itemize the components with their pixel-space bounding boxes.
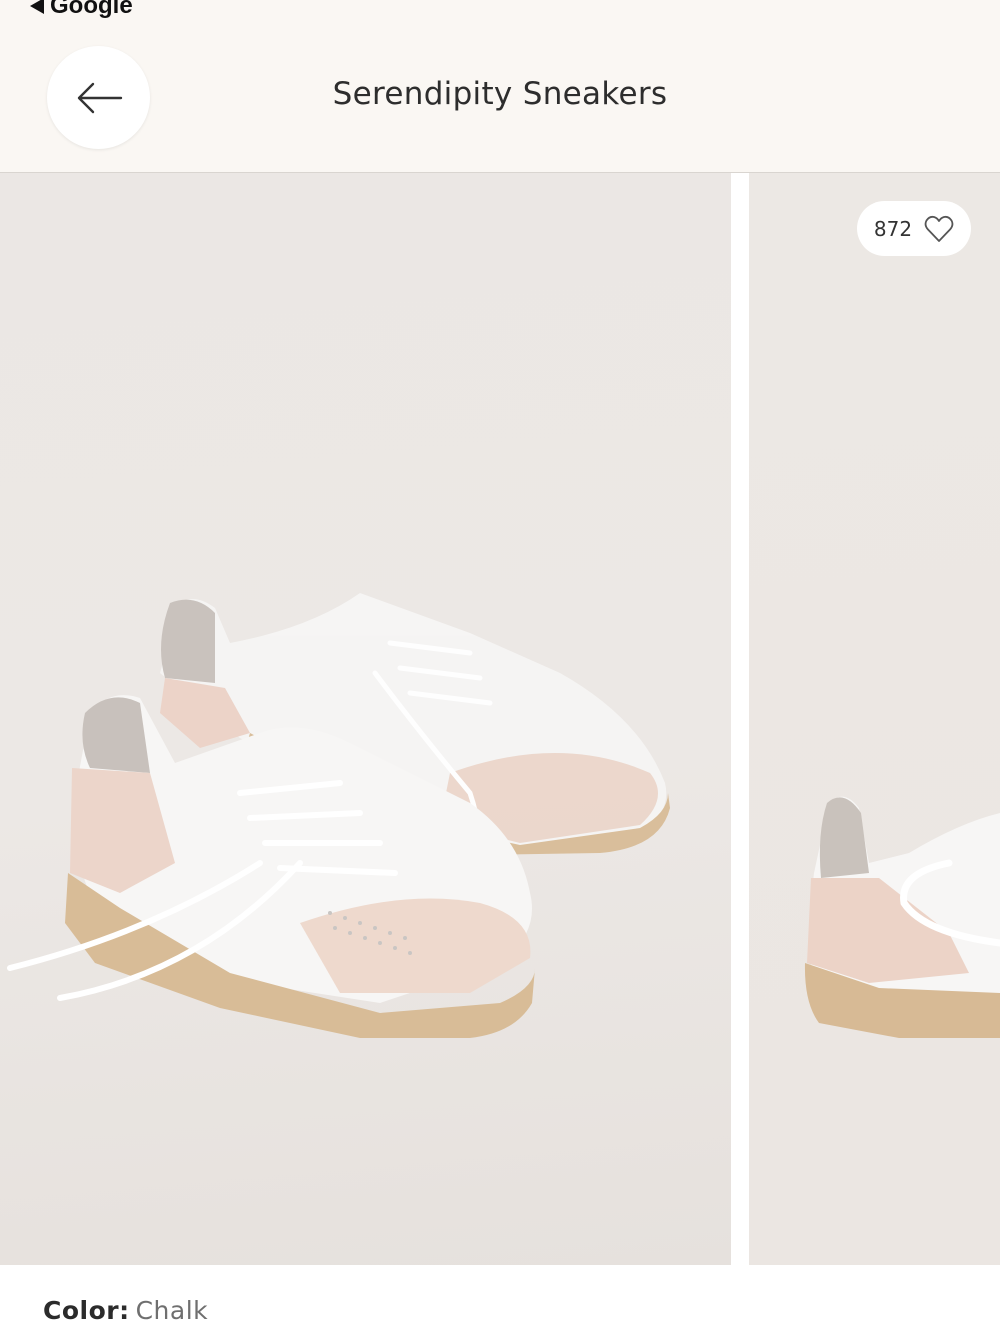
selected-color: Color: Chalk — [43, 1296, 208, 1325]
product-photo-next[interactable] — [749, 173, 1000, 1265]
like-button[interactable]: 872 — [857, 201, 971, 256]
sneakers-illustration — [7, 593, 670, 1038]
color-value: Chalk — [135, 1296, 209, 1325]
page-header: Serendipity Sneakers — [0, 24, 1000, 173]
status-bar: Google — [0, 0, 1000, 24]
back-to-app-link[interactable]: Google — [30, 0, 133, 21]
page-title: Serendipity Sneakers — [332, 76, 668, 112]
product-photo-main[interactable] — [0, 173, 731, 1265]
like-count: 872 — [873, 216, 913, 241]
sneaker-partial-illustration — [804, 796, 1000, 1038]
back-to-app-label: Google — [50, 0, 133, 19]
heart-outline-icon — [924, 215, 954, 242]
color-label: Color: — [43, 1296, 130, 1325]
back-triangle-icon — [30, 0, 44, 14]
product-image-gallery[interactable]: 872 — [0, 173, 1000, 1265]
